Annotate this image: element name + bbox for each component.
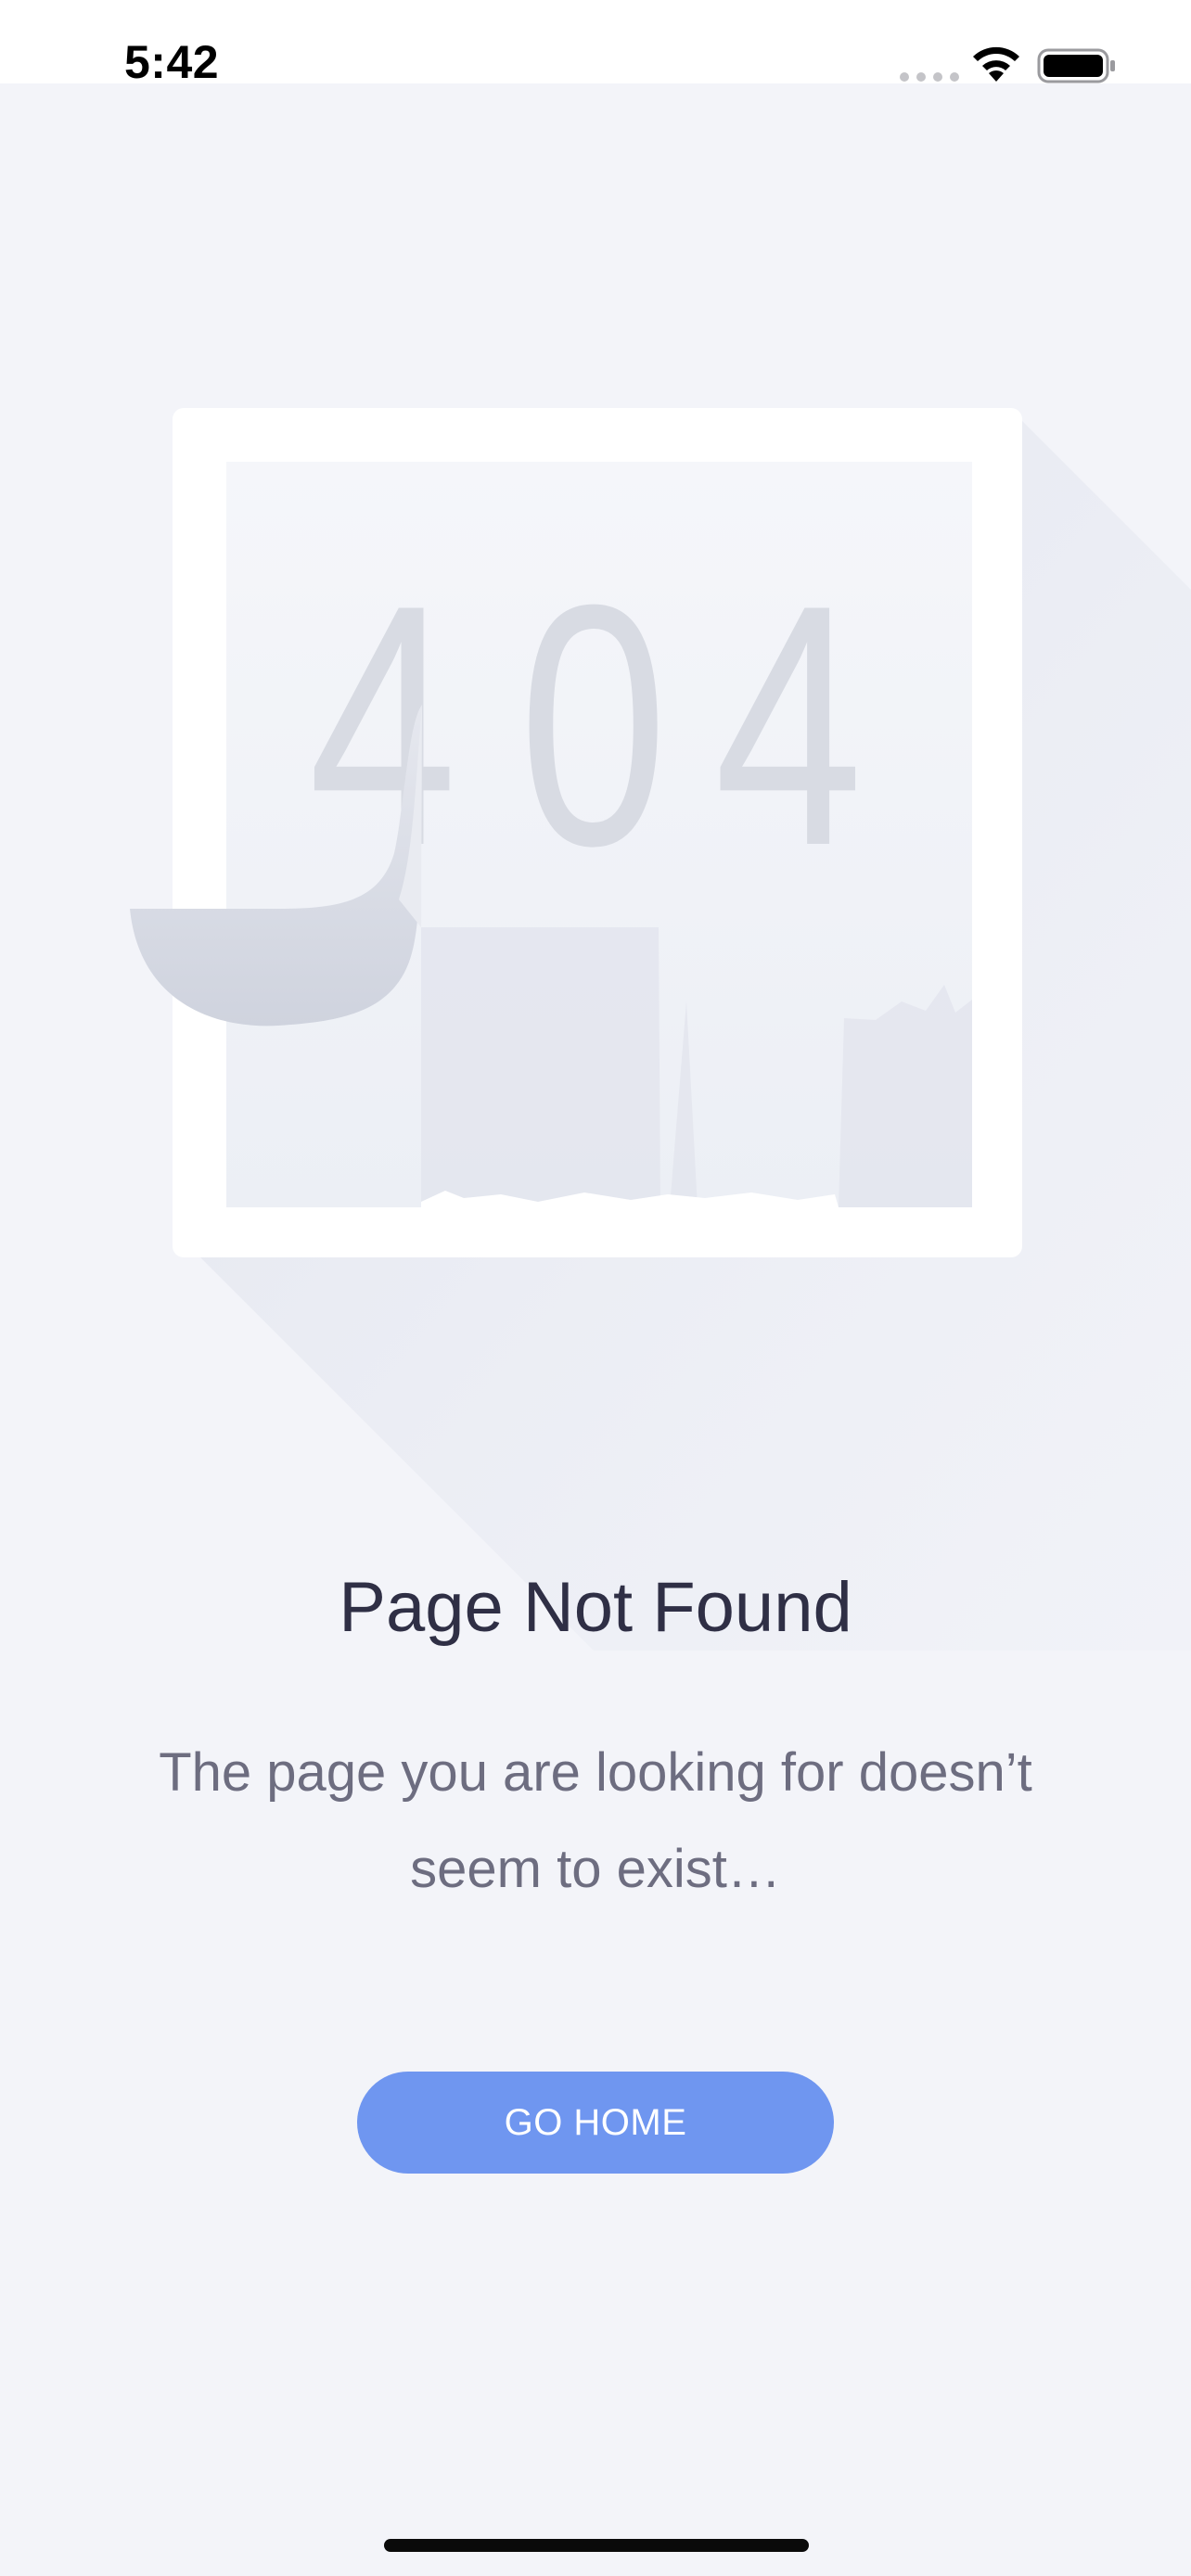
battery-icon xyxy=(1037,48,1115,83)
digit-0: 0 xyxy=(519,535,668,918)
digit-4-left: 4 xyxy=(308,535,457,918)
digit-4-right: 4 xyxy=(714,535,864,918)
home-indicator[interactable] xyxy=(384,2539,809,2552)
error-message: The page you are looking for doesn’t see… xyxy=(159,1742,1032,1899)
wifi-icon xyxy=(973,46,1019,82)
status-bar: 5:42 xyxy=(0,0,1191,88)
page-title: Page Not Found xyxy=(339,1568,852,1647)
status-time: 5:42 xyxy=(124,36,220,88)
404-illustration: 4 0 4 xyxy=(130,408,1191,1651)
cellular-signal-icon xyxy=(900,72,959,82)
go-home-button[interactable]: GO HOME xyxy=(357,2072,834,2174)
